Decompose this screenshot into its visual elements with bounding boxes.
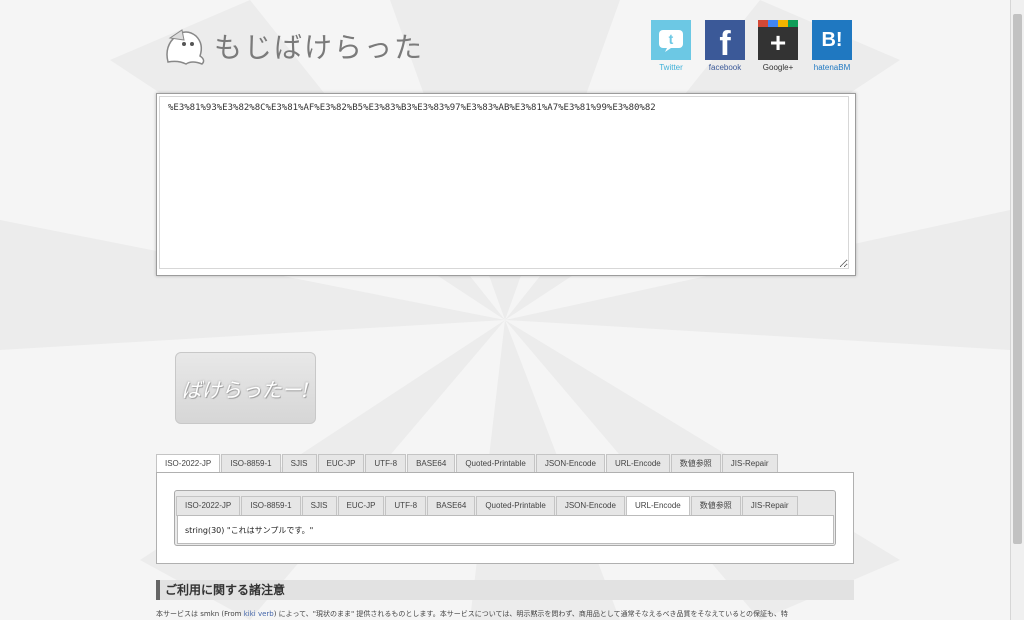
inner-tab-1[interactable]: ISO-8859-1: [241, 496, 301, 516]
twitter-share[interactable]: t Twitter: [651, 20, 691, 72]
inner-tab-2[interactable]: SJIS: [301, 496, 337, 516]
inner-tab-3[interactable]: EUC-JP: [337, 496, 385, 516]
svg-text:t: t: [669, 31, 674, 47]
notice-link[interactable]: kiki verb: [244, 610, 274, 618]
logo-text: もじばけらった: [214, 31, 425, 64]
facebook-caption: facebook: [708, 63, 742, 72]
twitter-caption: Twitter: [659, 63, 683, 72]
hatena-caption: hatenaBM: [813, 63, 851, 72]
convert-button[interactable]: ばけらったー!: [175, 352, 316, 424]
scrollbar-thumb[interactable]: [1013, 14, 1022, 544]
inner-tab-5[interactable]: BASE64: [427, 496, 476, 516]
input-frame: [156, 93, 856, 276]
notice-body-post: ) によって、"現状のまま" 提供されるものとします。本サービスについては、明示…: [273, 610, 788, 618]
notice-heading: ご利用に関する諸注意: [156, 580, 854, 600]
inner-tab-6[interactable]: Quoted-Printable: [476, 496, 555, 516]
facebook-icon: f: [705, 20, 745, 63]
outer-tab-5[interactable]: BASE64: [407, 454, 456, 474]
google-plus-icon: +: [758, 20, 798, 60]
inner-tab-7[interactable]: JSON-Encode: [555, 496, 625, 516]
inner-tab-9[interactable]: 数値参照: [690, 496, 741, 516]
outer-tab-2[interactable]: SJIS: [281, 454, 317, 474]
result-output: string(30) "これはサンプルです。": [177, 515, 834, 544]
result-text: string(30) "これはサンプルです。": [185, 526, 314, 535]
outer-tab-10[interactable]: JIS-Repair: [721, 454, 778, 474]
hatena-share[interactable]: B! hatenaBM: [812, 20, 852, 72]
notice-body-pre: 本サービスは smkn (From: [156, 610, 244, 618]
inner-tab-0[interactable]: ISO-2022-JP: [176, 496, 241, 516]
notice-body: 本サービスは smkn (From kiki verb) によって、"現状のまま…: [156, 609, 856, 619]
page: もじばけらった t Twitter f facebook + Google+ B…: [0, 0, 1011, 620]
inner-tab-10[interactable]: JIS-Repair: [741, 496, 798, 516]
ghost-logo-icon: [166, 29, 205, 65]
inner-encoding-tabs: ISO-2022-JP ISO-8859-1 SJIS EUC-JP UTF-8 BASE…: [176, 496, 799, 517]
google-plus-share[interactable]: + Google+: [758, 20, 798, 72]
outer-tab-6[interactable]: Quoted-Printable: [456, 454, 535, 474]
outer-tab-1[interactable]: ISO-8859-1: [221, 454, 281, 474]
site-logo[interactable]: もじばけらった: [162, 26, 424, 66]
outer-tab-9[interactable]: 数値参照: [670, 454, 721, 474]
hatena-bookmark-icon: B!: [812, 20, 852, 60]
inner-tab-4[interactable]: UTF-8: [385, 496, 427, 516]
input-textarea[interactable]: [159, 96, 849, 269]
twitter-icon: t: [651, 20, 691, 60]
convert-button-label: ばけらったー!: [181, 377, 310, 402]
outer-tab-4[interactable]: UTF-8: [365, 454, 407, 474]
vertical-scrollbar[interactable]: [1011, 0, 1024, 620]
outer-tab-3[interactable]: EUC-JP: [317, 454, 365, 474]
google-plus-caption: Google+: [762, 63, 794, 72]
outer-tab-8[interactable]: URL-Encode: [605, 454, 670, 474]
inner-tab-8[interactable]: URL-Encode: [625, 496, 690, 517]
outer-tab-7[interactable]: JSON-Encode: [535, 454, 605, 474]
facebook-share[interactable]: f facebook: [705, 20, 745, 72]
